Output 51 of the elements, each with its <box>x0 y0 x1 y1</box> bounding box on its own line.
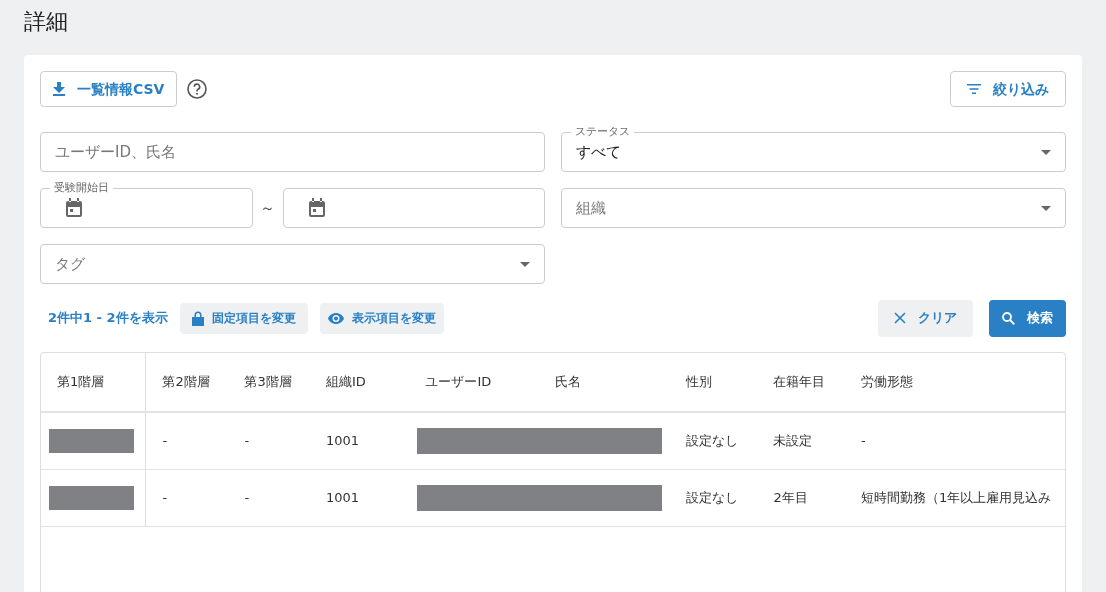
field-placeholder: タグ <box>55 253 85 275</box>
page-title: 詳細 <box>24 8 68 36</box>
column-header[interactable]: ユーザーID <box>425 374 492 390</box>
column-header[interactable]: 在籍年目 <box>773 374 826 390</box>
calendar-icon[interactable] <box>307 198 326 218</box>
filter-icon <box>967 84 981 94</box>
filter-button[interactable]: 絞り込み <box>950 71 1066 107</box>
table-cell: - <box>861 433 866 448</box>
calendar-icon[interactable] <box>65 198 83 218</box>
visible-columns-button[interactable]: 表示項目を変更 <box>319 302 444 334</box>
column-header[interactable]: 労働形態 <box>861 374 914 390</box>
table-cell: - <box>162 433 168 448</box>
organization-select-field[interactable]: 組織 <box>561 188 1066 228</box>
column-header[interactable]: 第3階層 <box>244 374 292 390</box>
tag-select-field[interactable]: タグ <box>40 244 545 284</box>
dropdown-caret-icon <box>1041 149 1051 155</box>
lock-icon <box>191 310 204 326</box>
table-cell: 短時間勤務（1年以上雇用見込み <box>861 489 1052 505</box>
clear-button[interactable]: クリア <box>878 299 973 337</box>
column-header[interactable]: 組織ID <box>325 374 366 390</box>
field-placeholder: 組織 <box>576 197 606 219</box>
result-count: 2件中1 - 2件を表示 <box>48 309 168 328</box>
field-label: ステータス <box>571 124 634 139</box>
range-separator: ～ <box>259 197 276 219</box>
table-cell: - <box>244 433 250 448</box>
column-header[interactable]: 性別 <box>685 374 712 390</box>
close-icon <box>894 312 906 324</box>
column-header[interactable]: 第1階層 <box>57 374 105 390</box>
column-header[interactable]: 第2階層 <box>162 374 210 390</box>
field-value: すべて <box>576 141 621 163</box>
column-header[interactable]: 氏名 <box>554 374 581 390</box>
fixed-columns-button[interactable]: 固定項目を変更 <box>179 302 308 334</box>
table-cell: - <box>162 489 168 505</box>
keyword-input-field[interactable]: ユーザーID、氏名 <box>40 132 545 172</box>
dropdown-caret-icon <box>1041 205 1051 211</box>
help-icon[interactable] <box>187 79 208 99</box>
table-cell: 設定なし <box>685 433 738 448</box>
table-cell: 1001 <box>325 489 359 505</box>
search-icon <box>1002 311 1015 325</box>
table-cell: 設定なし <box>685 489 738 505</box>
eye-icon <box>327 312 344 324</box>
csv-download-button[interactable]: 一覧情報CSV <box>40 71 178 107</box>
download-icon <box>53 82 65 96</box>
search-button[interactable]: 検索 <box>989 299 1066 337</box>
end-date-input-field[interactable] <box>282 188 545 228</box>
dropdown-caret-icon <box>520 261 530 267</box>
table-cell: 2年目 <box>773 489 808 505</box>
field-label: 受験開始日 <box>50 180 113 195</box>
table-cell: 1001 <box>325 433 359 448</box>
table-cell: 未設定 <box>773 433 813 448</box>
table-cell: - <box>244 489 250 505</box>
